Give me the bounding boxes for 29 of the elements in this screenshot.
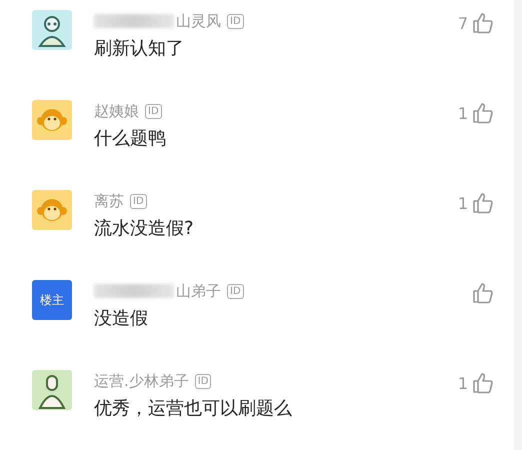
- id-badge: ID: [227, 284, 244, 298]
- id-badge: ID: [227, 14, 244, 28]
- like-count: 1: [458, 194, 468, 212]
- comment-text: 什么题鸭: [94, 127, 167, 150]
- thumbs-up-icon[interactable]: [472, 372, 494, 394]
- user-name: 赵姨娘: [94, 102, 139, 120]
- like-count: 1: [458, 104, 468, 122]
- comment-text: 流水没造假?: [94, 217, 195, 240]
- thumbs-up-icon[interactable]: [472, 282, 494, 304]
- thumbs-up-icon[interactable]: [472, 192, 494, 214]
- avatar-icon: [32, 10, 72, 50]
- owner-avatar: 楼主: [32, 280, 72, 320]
- id-badge: ID: [130, 194, 147, 208]
- avatar-icon: [32, 370, 72, 410]
- comment-text: 没造假: [94, 307, 149, 330]
- id-badge: ID: [145, 104, 162, 118]
- thumbs-up-icon[interactable]: [472, 102, 494, 124]
- thumbs-up-icon[interactable]: [472, 12, 494, 34]
- like-count: 1: [458, 374, 468, 392]
- id-badge: ID: [194, 374, 212, 388]
- comment-text: 刷新认知了: [94, 37, 185, 60]
- user-name: 山弟子: [176, 282, 221, 300]
- monkey-avatar-icon: [32, 190, 72, 230]
- comment-text: 优秀，运营也可以刷题么: [94, 397, 293, 420]
- user-name: 运营.少林弟子: [94, 372, 189, 390]
- user-name: 离苏: [94, 192, 124, 210]
- monkey-avatar-icon: [32, 100, 72, 140]
- like-count: 7: [458, 14, 468, 32]
- user-name: 山灵风: [176, 12, 221, 30]
